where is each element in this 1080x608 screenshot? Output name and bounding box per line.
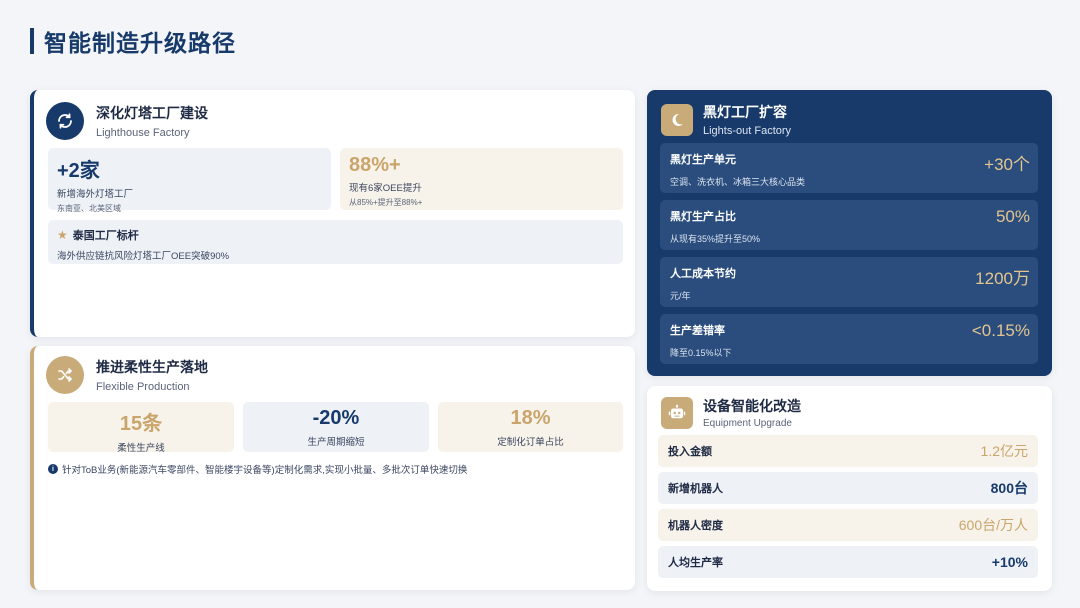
lights-out-row: 生产差错率 降至0.15%以下 <0.15%	[660, 314, 1038, 364]
oee-stat: 88%+ 现有6家OEE提升 从85%+提升至88%+	[340, 148, 623, 210]
row-value: <0.15%	[971, 321, 1030, 340]
info-icon: i	[48, 464, 58, 474]
row-label: 投入金额	[668, 446, 712, 458]
row-value: +10%	[991, 554, 1028, 570]
row-sub: 元/年	[670, 291, 691, 301]
star-icon: ★	[57, 228, 68, 242]
shuffle-icon	[46, 356, 84, 394]
lighthouse-card: 深化灯塔工厂建设 Lighthouse Factory +2家 新增海外灯塔工厂…	[30, 90, 635, 337]
lighthouse-subtitle: Lighthouse Factory	[96, 127, 190, 139]
flexible-subtitle: Flexible Production	[96, 381, 190, 393]
stat-label: 生产周期缩短	[307, 437, 365, 448]
cycle-time-stat: -20% 生产周期缩短	[243, 402, 429, 452]
row-sub: 降至0.15%以下	[670, 348, 732, 358]
row-sub: 空调、洗衣机、冰箱三大核心品类	[670, 177, 806, 187]
row-value: +30个	[984, 155, 1030, 174]
moon-icon	[661, 103, 693, 136]
stat-sublabel: 从85%+提升至88%+	[349, 198, 423, 207]
flex-lines-stat: 15条 柔性生产线	[48, 402, 234, 454]
benchmark-desc: 海外供应链抗风险灯塔工厂OEE突破90%	[57, 251, 230, 262]
flexible-title: 推进柔性生产落地	[96, 359, 208, 375]
equipment-card: 设备智能化改造 Equipment Upgrade 投入金额 1.2亿元 新增机…	[647, 386, 1052, 591]
thailand-benchmark: ★ 泰国工厂标杆 海外供应链抗风险灯塔工厂OEE突破90%	[48, 220, 623, 264]
flexible-header: 推进柔性生产落地 Flexible Production	[46, 356, 208, 394]
title-accent-bar	[30, 28, 34, 54]
lights-out-header: 黑灯工厂扩容 Lights-out Factory	[661, 102, 791, 137]
lights-out-row: 黑灯生产单元 空调、洗衣机、冰箱三大核心品类 +30个	[660, 143, 1038, 193]
page-title: 智能制造升级路径	[44, 30, 236, 56]
robot-icon	[661, 396, 693, 429]
row-value: 600台/万人	[958, 517, 1028, 533]
note-text: 针对ToB业务(新能源汽车零部件、智能楼宇设备等)定制化需求,实现小批量、多批次…	[62, 465, 468, 476]
row-label: 机器人密度	[668, 520, 723, 532]
equipment-row: 新增机器人 800台	[658, 472, 1038, 504]
equipment-title: 设备智能化改造	[703, 398, 801, 414]
stat-value: 18%	[510, 407, 551, 429]
equipment-subtitle: Equipment Upgrade	[703, 418, 792, 429]
stat-value: +2家	[57, 160, 100, 182]
benchmark-title: 泰国工厂标杆	[72, 230, 139, 242]
page-header: 智能制造升级路径	[30, 28, 236, 56]
custom-order-stat: 18% 定制化订单占比	[438, 402, 623, 452]
equipment-header: 设备智能化改造 Equipment Upgrade	[661, 396, 801, 429]
equipment-row: 人均生产率 +10%	[658, 546, 1038, 578]
flexible-note: i 针对ToB业务(新能源汽车零部件、智能楼宇设备等)定制化需求,实现小批量、多…	[48, 462, 467, 476]
stat-label: 现有6家OEE提升	[349, 183, 422, 194]
stat-value: 15条	[119, 413, 163, 435]
stat-label: 定制化订单占比	[497, 437, 564, 448]
stat-value: -20%	[312, 407, 360, 429]
lights-out-card: 黑灯工厂扩容 Lights-out Factory 黑灯生产单元 空调、洗衣机、…	[647, 90, 1052, 376]
row-value: 800台	[990, 480, 1028, 496]
new-lighthouse-stat: +2家 新增海外灯塔工厂 东南亚、北美区域	[48, 148, 331, 213]
flexible-card: 推进柔性生产落地 Flexible Production 15条 柔性生产线 -…	[30, 346, 635, 590]
stat-sublabel: 东南亚、北美区域	[57, 204, 121, 213]
row-title: 黑灯生产单元	[670, 154, 736, 166]
row-value: 50%	[995, 207, 1030, 226]
lights-out-title: 黑灯工厂扩容	[703, 104, 787, 120]
row-sub: 从现有35%提升至50%	[670, 234, 761, 244]
stat-label: 新增海外灯塔工厂	[57, 189, 134, 200]
row-label: 人均生产率	[668, 557, 723, 569]
lighthouse-title: 深化灯塔工厂建设	[96, 105, 208, 121]
refresh-icon	[46, 102, 84, 140]
row-value: 1.2亿元	[980, 443, 1028, 459]
lighthouse-header: 深化灯塔工厂建设 Lighthouse Factory	[46, 102, 208, 140]
equipment-row: 机器人密度 600台/万人	[658, 509, 1038, 541]
equipment-row: 投入金额 1.2亿元	[658, 435, 1038, 467]
lights-out-row: 黑灯生产占比 从现有35%提升至50% 50%	[660, 200, 1038, 250]
stat-value: 88%+	[349, 154, 401, 176]
row-value: 1200万	[975, 269, 1030, 288]
stat-label: 柔性生产线	[117, 443, 165, 454]
lights-out-row: 人工成本节约 元/年 1200万	[660, 257, 1038, 307]
lights-out-subtitle: Lights-out Factory	[703, 125, 792, 137]
row-title: 黑灯生产占比	[670, 211, 736, 223]
row-label: 新增机器人	[668, 483, 723, 495]
